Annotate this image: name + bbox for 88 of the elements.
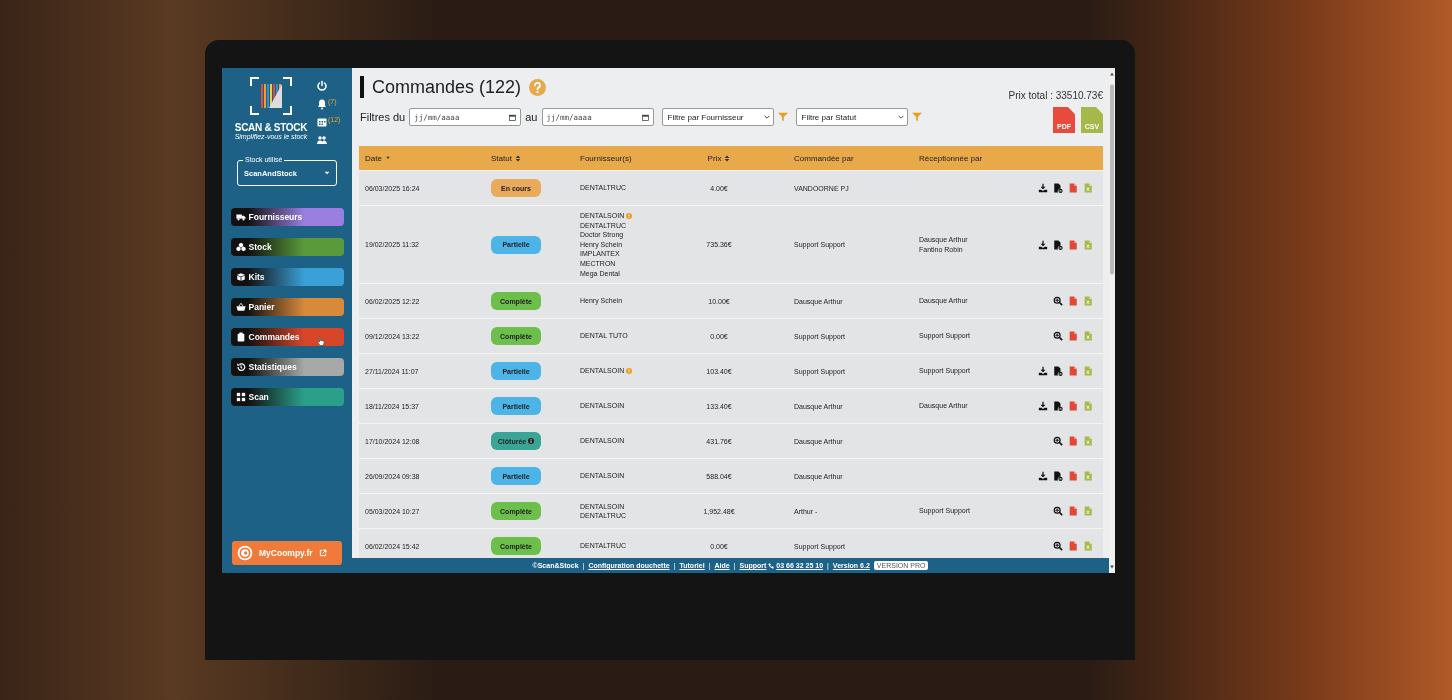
basket-icon xyxy=(235,302,246,312)
nav-label: Statistiques xyxy=(248,362,297,372)
column-header[interactable]: Fournisseur(s) xyxy=(580,153,632,163)
funnel-icon[interactable] xyxy=(777,112,788,122)
help-icon[interactable] xyxy=(529,78,547,96)
sort-icon[interactable] xyxy=(384,155,391,161)
caret-icon xyxy=(324,171,330,175)
phone-icon xyxy=(768,562,775,569)
filter-label: Filtres du xyxy=(360,111,406,123)
brand-name: SCAN & STOCK xyxy=(234,122,308,133)
calendar-icon xyxy=(641,113,649,121)
excel-file-icon[interactable] xyxy=(1083,366,1093,377)
nav-button[interactable]: Scan xyxy=(230,388,344,406)
calendar-icon[interactable] xyxy=(316,116,328,128)
page-title: Commandes (122) xyxy=(360,76,522,98)
nav-label: Commandes xyxy=(248,332,300,342)
grid-icon xyxy=(235,392,246,402)
column-header[interactable]: Commandée par xyxy=(794,153,854,163)
nav-label: Scan xyxy=(248,392,269,402)
nav-button[interactable]: Panier xyxy=(230,298,344,316)
sort-icon[interactable] xyxy=(514,154,521,162)
excel-file-icon[interactable] xyxy=(1083,331,1093,342)
nav-label: Fournisseurs xyxy=(248,212,303,222)
bell-icon[interactable] xyxy=(316,98,328,110)
nav-label: Kits xyxy=(248,272,265,282)
filter-dropdown[interactable]: Filtre par Fournisseur xyxy=(661,108,774,126)
power-icon[interactable] xyxy=(316,80,328,92)
download-icon[interactable] xyxy=(1038,366,1048,377)
truck-icon xyxy=(235,212,246,222)
pdf-file-icon[interactable] xyxy=(1068,366,1078,377)
nav-button[interactable]: Commandes xyxy=(230,328,344,346)
partner-logo-icon xyxy=(237,545,253,561)
download-icon[interactable] xyxy=(1038,183,1048,193)
filter-dropdown[interactable]: Filtre par Statut xyxy=(795,108,908,126)
nav-button[interactable]: Kits xyxy=(230,268,344,286)
excel-file-icon[interactable] xyxy=(1083,296,1093,307)
excel-file-icon[interactable] xyxy=(1083,541,1093,552)
pdf-file-icon[interactable] xyxy=(1068,471,1078,482)
zoom-in-icon[interactable] xyxy=(1053,506,1063,517)
pdf-file-icon[interactable] xyxy=(1068,436,1078,447)
pdf-file-icon[interactable] xyxy=(1068,331,1078,342)
nav-button[interactable]: Fournisseurs xyxy=(230,208,344,226)
document-cancel-icon[interactable] xyxy=(1053,183,1063,193)
chevron-down-icon xyxy=(763,115,770,119)
excel-file-icon[interactable] xyxy=(1083,401,1093,412)
nav-button[interactable]: Stock xyxy=(230,238,344,256)
pdf-file-icon[interactable] xyxy=(1068,296,1078,307)
total-price: Prix total : 33510.73€ xyxy=(1008,90,1103,101)
download-icon[interactable] xyxy=(1038,401,1048,412)
sort-icon[interactable] xyxy=(724,154,731,162)
zoom-in-icon[interactable] xyxy=(1053,436,1063,447)
users-icon[interactable] xyxy=(316,134,328,146)
document-cancel-icon[interactable] xyxy=(1053,239,1063,250)
column-header[interactable]: Statut xyxy=(491,153,512,163)
excel-file-icon[interactable] xyxy=(1083,239,1093,250)
calendar-icon xyxy=(509,113,517,121)
pdf-file-icon[interactable] xyxy=(1068,183,1078,193)
cubes-icon xyxy=(235,242,246,252)
document-cancel-icon[interactable] xyxy=(1053,471,1063,482)
zoom-in-icon[interactable] xyxy=(1053,296,1063,307)
box-icon xyxy=(235,272,246,282)
zoom-in-icon[interactable] xyxy=(1053,331,1063,342)
column-header[interactable]: Date xyxy=(365,153,382,163)
column-header[interactable]: Réceptionnée par xyxy=(919,153,983,163)
document-cancel-icon[interactable] xyxy=(1053,366,1063,377)
clipboard-icon xyxy=(235,332,246,342)
chevron-down-icon xyxy=(897,115,904,119)
nav-label: Panier xyxy=(248,302,275,312)
download-icon[interactable] xyxy=(1038,471,1048,482)
download-icon[interactable] xyxy=(1038,239,1048,250)
pdf-file-icon[interactable] xyxy=(1068,541,1078,552)
zoom-in-icon[interactable] xyxy=(1053,541,1063,552)
excel-file-icon[interactable] xyxy=(1083,471,1093,482)
funnel-icon[interactable] xyxy=(911,112,922,122)
nav-button[interactable]: Statistiques xyxy=(230,358,344,376)
nav-label: Stock xyxy=(248,242,272,252)
barcode-logo-icon xyxy=(249,76,293,116)
excel-file-icon[interactable] xyxy=(1083,506,1093,517)
document-cancel-icon[interactable] xyxy=(1053,401,1063,412)
column-header[interactable]: Prix xyxy=(707,153,722,163)
excel-file-icon[interactable] xyxy=(1083,436,1093,447)
history-icon xyxy=(235,362,246,372)
pdf-file-icon[interactable] xyxy=(1068,239,1078,250)
pdf-file-icon[interactable] xyxy=(1068,506,1078,517)
filter-label: au xyxy=(525,111,538,123)
excel-file-icon[interactable] xyxy=(1083,183,1093,193)
external-link-icon xyxy=(318,549,327,557)
pdf-file-icon[interactable] xyxy=(1068,401,1078,412)
